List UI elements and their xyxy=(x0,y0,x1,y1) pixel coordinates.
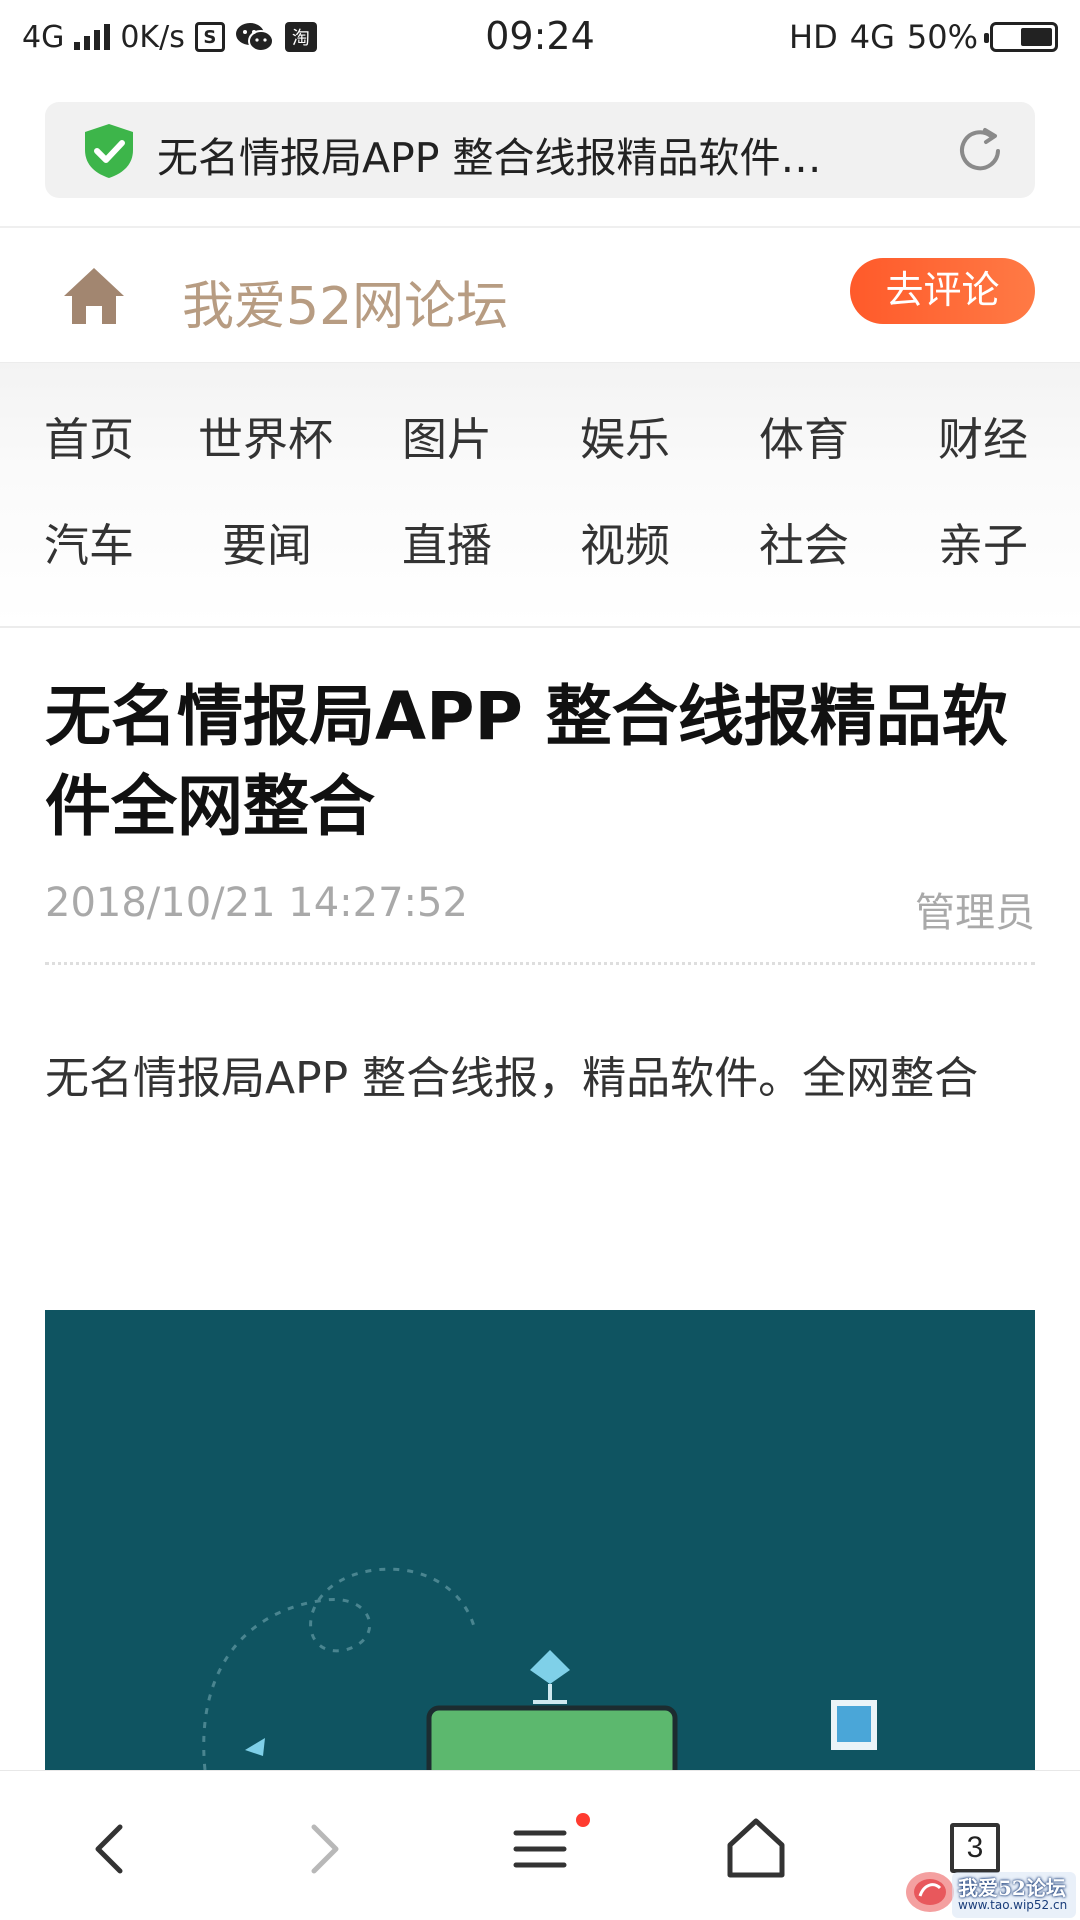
article-author[interactable]: 管理员 xyxy=(915,880,1035,938)
nav-item-society[interactable]: 社会 xyxy=(759,509,849,574)
notification-dot xyxy=(576,1813,590,1827)
page-url-title[interactable]: 无名情报局APP 整合线报精品软件… xyxy=(157,124,937,184)
nav-item-home[interactable]: 首页 xyxy=(44,403,134,468)
network-right-label: 4G xyxy=(849,18,895,56)
article-body: 无名情报局APP 整合线报，精品软件。全网整合 xyxy=(45,1053,979,1104)
nav-item-video[interactable]: 视频 xyxy=(580,509,670,574)
nav-row-2: 汽车 要闻 直播 视频 社会 亲子 xyxy=(0,509,1080,579)
nav-item-parenting[interactable]: 亲子 xyxy=(938,509,1028,574)
article-title: 无名情报局APP 整合线报精品软件全网整合 xyxy=(45,678,1008,845)
nav-item-entertainment[interactable]: 娱乐 xyxy=(580,403,670,468)
nav-item-pictures[interactable]: 图片 xyxy=(402,403,492,468)
nav-row-1: 首页 世界杯 图片 娱乐 体育 财经 xyxy=(0,403,1080,473)
meta-divider xyxy=(45,962,1035,965)
article-illustration xyxy=(202,1567,877,1770)
nav-item-finance[interactable]: 财经 xyxy=(938,403,1028,468)
nav-item-live[interactable]: 直播 xyxy=(402,509,492,574)
watermark-url: www.tao.wip52.cn xyxy=(958,1898,1068,1912)
category-nav: 首页 世界杯 图片 娱乐 体育 财经 汽车 要闻 直播 视频 社会 亲子 xyxy=(0,362,1080,628)
satellite-dish-icon xyxy=(530,1650,570,1704)
back-icon[interactable] xyxy=(70,1809,150,1889)
status-bar: 4G 0K/s S 淘 09:24 HD 4G 50% xyxy=(0,0,1080,76)
home-icon[interactable] xyxy=(62,266,126,326)
menu-icon[interactable] xyxy=(500,1809,580,1889)
watermark-text: 我爱52论坛 xyxy=(958,1876,1066,1900)
comment-button[interactable]: 去评论 xyxy=(850,258,1035,324)
battery-icon xyxy=(984,22,1058,52)
battery-percent: 50% xyxy=(906,18,978,56)
reload-icon[interactable] xyxy=(953,124,1007,178)
status-right: HD 4G 50% xyxy=(789,14,1058,60)
article-image[interactable] xyxy=(45,1310,1035,1770)
nav-item-sports[interactable]: 体育 xyxy=(759,403,849,468)
shield-check-icon xyxy=(85,124,133,178)
nav-item-auto[interactable]: 汽车 xyxy=(44,509,134,574)
hd-label: HD xyxy=(789,18,838,56)
site-header: 我爱52网论坛 去评论 xyxy=(0,228,1080,362)
nav-item-worldcup[interactable]: 世界杯 xyxy=(198,403,333,468)
article-meta: 2018/10/21 14:27:52 管理员 xyxy=(45,880,1035,940)
site-name[interactable]: 我爱52网论坛 xyxy=(182,264,508,339)
address-bar[interactable]: 无名情报局APP 整合线报精品软件… xyxy=(45,102,1035,198)
forward-icon[interactable] xyxy=(284,1809,364,1889)
home-icon[interactable] xyxy=(716,1809,796,1889)
nav-item-headlines[interactable]: 要闻 xyxy=(222,509,312,574)
article-date: 2018/10/21 14:27:52 xyxy=(45,880,468,926)
